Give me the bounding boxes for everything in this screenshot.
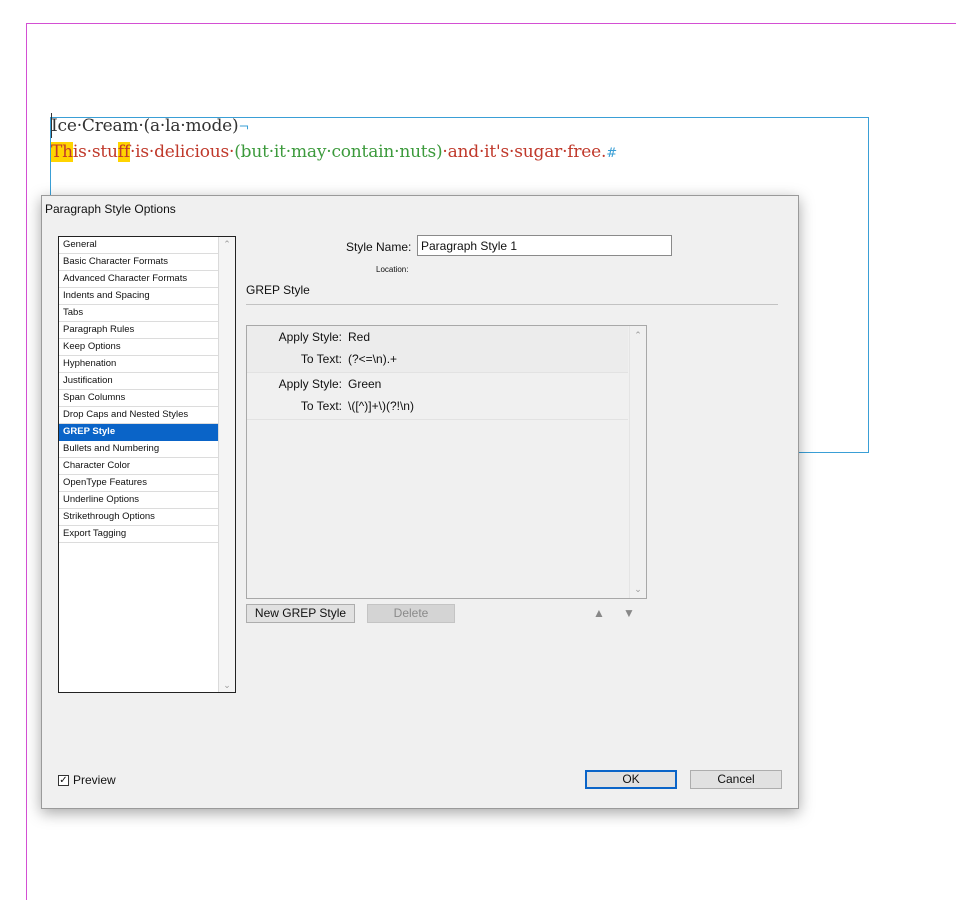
highlighted-text: Th bbox=[51, 142, 73, 162]
category-item[interactable]: Keep Options bbox=[59, 339, 235, 356]
to-text-row[interactable]: To Text: \([^)]+\)(?!\n) bbox=[247, 396, 414, 416]
scroll-up-icon[interactable]: ⌃ bbox=[630, 328, 646, 342]
apply-style-label: Apply Style: bbox=[278, 377, 342, 391]
grep-style-entry[interactable]: Apply Style: Green To Text: \([^)]+\)(?!\n) bbox=[247, 373, 628, 420]
category-item[interactable]: Drop Caps and Nested Styles bbox=[59, 407, 235, 424]
category-item[interactable]: Export Tagging bbox=[59, 526, 235, 543]
grep-list-scrollbar[interactable]: ⌃ ⌄ bbox=[629, 326, 646, 598]
end-of-story-mark: # bbox=[606, 146, 617, 161]
category-item[interactable]: Advanced Character Formats bbox=[59, 271, 235, 288]
red-text: is·stu bbox=[72, 142, 118, 162]
to-text-label: To Text: bbox=[300, 399, 342, 413]
new-grep-style-button[interactable]: New GREP Style bbox=[246, 604, 355, 623]
apply-style-value[interactable]: Red bbox=[348, 330, 370, 344]
category-item[interactable]: General bbox=[59, 237, 235, 254]
category-item[interactable]: Indents and Spacing bbox=[59, 288, 235, 305]
apply-style-value[interactable]: Green bbox=[348, 377, 381, 391]
category-item[interactable]: OpenType Features bbox=[59, 475, 235, 492]
style-name-input[interactable] bbox=[417, 235, 672, 256]
scroll-down-icon[interactable]: ⌄ bbox=[630, 582, 646, 596]
cancel-button[interactable]: Cancel bbox=[690, 770, 782, 789]
apply-style-label: Apply Style: bbox=[278, 330, 342, 344]
category-item[interactable]: Underline Options bbox=[59, 492, 235, 509]
move-up-icon[interactable]: ▲ bbox=[593, 607, 605, 619]
category-item[interactable]: Basic Character Formats bbox=[59, 254, 235, 271]
apply-style-row[interactable]: Apply Style: Red bbox=[247, 327, 370, 347]
category-item[interactable]: Justification bbox=[59, 373, 235, 390]
delete-button[interactable]: Delete bbox=[367, 604, 455, 623]
category-item[interactable]: Strikethrough Options bbox=[59, 509, 235, 526]
grep-expression[interactable]: (?<=\n).+ bbox=[348, 352, 397, 366]
location-label: Location: bbox=[376, 265, 409, 274]
category-item[interactable]: GREP Style bbox=[59, 424, 235, 441]
category-item[interactable]: Bullets and Numbering bbox=[59, 441, 235, 458]
section-title: GREP Style bbox=[246, 283, 310, 297]
dialog-title: Paragraph Style Options bbox=[45, 202, 176, 216]
page-margin-top bbox=[26, 23, 956, 24]
category-item[interactable]: Character Color bbox=[59, 458, 235, 475]
style-name-label: Style Name: bbox=[346, 240, 411, 254]
heading-text: Ice·Cream·(a·la·mode) bbox=[51, 116, 239, 136]
move-down-icon[interactable]: ▼ bbox=[623, 607, 635, 619]
green-text: (but·it·may·contain·nuts) bbox=[234, 142, 443, 162]
preview-checkbox[interactable]: ✓ bbox=[58, 774, 69, 786]
paragraph-style-options-dialog: Paragraph Style Options General Basic Cha… bbox=[41, 195, 799, 809]
scroll-down-icon[interactable]: ⌄ bbox=[219, 678, 235, 692]
apply-style-row[interactable]: Apply Style: Green bbox=[247, 374, 382, 394]
red-text: ·is·delicious· bbox=[129, 142, 235, 162]
category-item[interactable]: Paragraph Rules bbox=[59, 322, 235, 339]
preview-label: Preview bbox=[73, 773, 116, 787]
line-break-mark: ¬ bbox=[238, 120, 250, 135]
category-list: General Basic Character Formats Advanced C… bbox=[58, 236, 236, 693]
grep-expression[interactable]: \([^)]+\)(?!\n) bbox=[348, 399, 414, 413]
ok-button[interactable]: OK bbox=[585, 770, 677, 789]
category-item[interactable]: Span Columns bbox=[59, 390, 235, 407]
preview-checkbox-row[interactable]: ✓ Preview bbox=[58, 773, 116, 787]
highlighted-text: ff bbox=[117, 142, 130, 162]
category-item[interactable]: Tabs bbox=[59, 305, 235, 322]
document-body-line[interactable]: This·stuff·is·delicious·(but·it·may·cont… bbox=[51, 142, 617, 162]
to-text-row[interactable]: To Text: (?<=\n).+ bbox=[247, 349, 397, 369]
scroll-up-icon[interactable]: ⌃ bbox=[219, 237, 235, 251]
to-text-label: To Text: bbox=[300, 352, 342, 366]
section-divider bbox=[246, 304, 778, 305]
category-item[interactable]: Hyphenation bbox=[59, 356, 235, 373]
grep-style-entry[interactable]: Apply Style: Red To Text: (?<=\n).+ bbox=[247, 326, 628, 373]
document-heading-line[interactable]: Ice·Cream·(a·la·mode)¬ bbox=[51, 116, 249, 136]
red-text: ·and·it's·sugar·free. bbox=[442, 142, 607, 162]
page-margin-left bbox=[26, 23, 27, 900]
style-name-label-text: Style Name: bbox=[346, 240, 412, 254]
category-list-scrollbar[interactable]: ⌃ ⌄ bbox=[218, 237, 235, 692]
grep-style-list: Apply Style: Red To Text: (?<=\n).+ Apply St… bbox=[246, 325, 647, 599]
